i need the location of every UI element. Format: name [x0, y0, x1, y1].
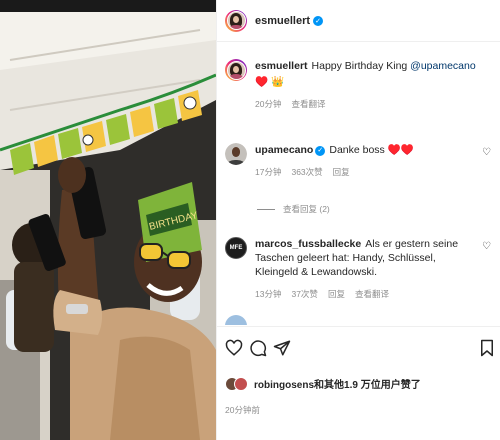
comment-item: upamecano ✓ Danke boss ♥️♥️ 17分钟 363次赞 回复 …: [225, 143, 493, 179]
caption-author-avatar[interactable]: [225, 59, 247, 81]
comment-emojis: ♥️♥️: [387, 144, 414, 156]
post-action-bar: [217, 326, 500, 368]
comment-author-avatar[interactable]: [225, 315, 247, 325]
comment-item: MFE marcos_fussballecke Als er gestern se…: [225, 237, 493, 301]
post-photo-image: BIRTHDAY: [0, 0, 216, 440]
caption: esmuellert Happy Birthday King @upamecano…: [225, 59, 493, 111]
liked-by-others[interactable]: 和其他1.9 万位用户赞了: [314, 380, 421, 391]
comment-like-heart-icon[interactable]: ♡: [482, 241, 491, 252]
comment-translate-link[interactable]: 查看翻译: [355, 287, 389, 301]
comment-author[interactable]: marcos_fussballecke: [255, 238, 361, 250]
comment-reply-button[interactable]: 回复: [328, 287, 345, 301]
comment-reply-button[interactable]: 回复: [333, 165, 350, 179]
comment-author[interactable]: upamecano: [255, 144, 313, 156]
liked-by-username[interactable]: robingosens: [254, 380, 314, 391]
comment-time: 17分钟: [255, 167, 282, 177]
comments-list[interactable]: esmuellert Happy Birthday King @upamecano…: [217, 43, 500, 325]
post-header: esmuellert ✓: [217, 0, 500, 42]
comment-likes[interactable]: 37次赞: [291, 287, 317, 301]
caption-author[interactable]: esmuellert: [255, 60, 308, 72]
bookmark-icon[interactable]: [479, 339, 495, 357]
view-replies-button[interactable]: 查看回复 (2): [257, 203, 330, 215]
comment-author-avatar[interactable]: MFE: [225, 237, 247, 259]
author-avatar[interactable]: [225, 9, 247, 32]
comment-text: Danke boss: [329, 144, 385, 156]
liker-avatar: [234, 376, 248, 391]
caption-time: 20分钟: [255, 99, 282, 109]
replies-divider: [257, 208, 275, 210]
caption-translate-link[interactable]: 查看翻译: [291, 97, 325, 111]
likes-summary[interactable]: robingosens和其他1.9 万位用户赞了: [225, 376, 421, 391]
author-username[interactable]: esmuellert: [255, 15, 310, 27]
comment-like-heart-icon[interactable]: ♡: [482, 147, 491, 158]
comment-item: [225, 315, 493, 325]
post-photo[interactable]: BIRTHDAY: [0, 0, 216, 440]
view-replies-label: 查看回复 (2): [283, 204, 330, 214]
comment-bubble-icon[interactable]: [249, 339, 267, 357]
post-detail-panel: esmuellert ✓ esmuellert Happy Birthday Ki…: [216, 0, 500, 440]
caption-text: Happy Birthday King: [311, 60, 411, 72]
comment-author-avatar[interactable]: [225, 143, 247, 165]
comment-likes[interactable]: 363次赞: [291, 165, 322, 179]
paper-plane-icon[interactable]: [273, 339, 291, 357]
caption-emojis: ♥️ 👑: [255, 76, 285, 88]
post-date: 20分钟前: [225, 405, 260, 415]
comment-time: 13分钟: [255, 289, 282, 299]
caption-mention[interactable]: @upamecano: [410, 60, 476, 72]
verified-badge-icon: ✓: [315, 146, 326, 156]
heart-outline-icon[interactable]: [225, 339, 243, 357]
verified-badge-icon: ✓: [313, 15, 324, 26]
